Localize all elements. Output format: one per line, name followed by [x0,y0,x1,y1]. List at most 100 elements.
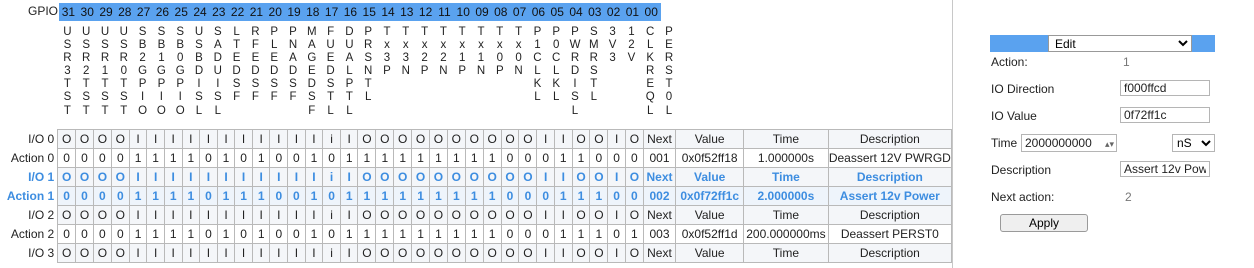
io-direction-field[interactable] [1120,80,1210,96]
io-direction-cell[interactable]: O [589,167,609,187]
io-direction-cell[interactable]: I [181,129,201,149]
io-direction-cell[interactable]: O [446,243,466,263]
bit-value-cell[interactable]: 1 [624,224,644,244]
io-direction-cell[interactable]: I [146,243,165,263]
bit-value-cell[interactable]: 0 [287,224,306,244]
io-direction-cell[interactable]: O [482,243,502,263]
io-direction-cell[interactable]: I [181,243,201,263]
io-direction-cell[interactable]: O [589,205,609,225]
io-direction-cell[interactable]: O [464,205,484,225]
bit-value-cell[interactable]: 0 [75,186,94,206]
bit-value-cell[interactable]: 1 [339,148,359,168]
io-direction-cell[interactable]: I [234,243,253,263]
io-direction-cell[interactable]: I [128,243,148,263]
bit-value-cell[interactable]: 0 [518,224,538,244]
bit-value-cell[interactable]: 1 [589,224,609,244]
io-direction-cell[interactable]: O [589,129,609,149]
bit-value-cell[interactable]: 0 [500,148,520,168]
bit-value-cell[interactable]: 1 [304,148,324,168]
bit-value-cell[interactable]: 0 [624,186,644,206]
io-direction-cell[interactable]: O [518,243,538,263]
bit-value-cell[interactable]: 0 [57,224,77,244]
io-row[interactable]: I/O 2 O O O O I I I I I I I I I I Ii I O O O O O O O O O O I I O O I O Ne… [0,205,952,225]
io-direction-cell[interactable]: O [446,129,466,149]
action-row[interactable]: Action 200001111010100101111111110001110… [0,224,952,244]
bit-value-cell[interactable]: 1 [375,224,395,244]
bit-value-cell[interactable]: 1 [251,148,271,168]
io-direction-cell[interactable]: O [357,167,377,187]
bit-value-cell[interactable]: 1 [375,148,395,168]
bit-value-cell[interactable]: 1 [181,186,201,206]
io-direction-cell[interactable]: O [411,167,431,187]
bit-value-cell[interactable]: 1 [429,186,448,206]
io-value-field[interactable] [1120,107,1210,123]
bit-value-cell[interactable]: 1 [571,148,591,168]
io-row[interactable]: I/O 1 O O O O I I I I I I I I I I Ii I O O O O O O O O O O I I O O I O Ne… [0,167,952,187]
io-direction-cell[interactable]: O [464,167,484,187]
io-direction-cell[interactable]: I [216,129,236,149]
bit-value-cell[interactable]: 1 [146,148,165,168]
io-direction-cell[interactable]: I [128,129,148,149]
io-direction-cell[interactable]: I [199,129,218,149]
io-direction-cell[interactable]: O [411,205,431,225]
bit-value-cell[interactable]: 0 [110,148,130,168]
io-direction-cell[interactable]: O [357,243,377,263]
bit-value-cell[interactable]: 0 [322,148,341,168]
io-direction-cell[interactable]: O [429,205,448,225]
bit-value-cell[interactable]: 1 [128,186,148,206]
io-direction-cell[interactable]: O [375,205,395,225]
io-direction-cell[interactable]: I [339,243,359,263]
bit-value-cell[interactable]: 0 [75,148,94,168]
io-direction-cell[interactable]: O [57,129,77,149]
io-direction-cell[interactable]: O [589,243,609,263]
io-direction-cell[interactable]: i [322,167,341,187]
io-direction-cell[interactable]: O [571,167,591,187]
io-direction-cell[interactable]: O [92,205,112,225]
io-direction-cell[interactable]: O [464,129,484,149]
io-direction-cell[interactable]: O [571,205,591,225]
bit-value-cell[interactable]: 1 [464,148,484,168]
io-direction-cell[interactable]: I [304,205,324,225]
io-direction-cell[interactable]: O [429,167,448,187]
bit-value-cell[interactable]: 1 [234,186,253,206]
apply-button[interactable]: Apply [1000,214,1088,232]
io-direction-cell[interactable]: I [269,167,289,187]
io-direction-cell[interactable]: I [553,243,573,263]
io-direction-cell[interactable]: I [536,129,555,149]
io-direction-cell[interactable]: O [92,243,112,263]
io-direction-cell[interactable]: I [163,129,183,149]
bit-value-cell[interactable]: 1 [251,186,271,206]
io-direction-cell[interactable]: i [322,205,341,225]
io-direction-cell[interactable]: I [553,129,573,149]
io-direction-cell[interactable]: I [251,243,271,263]
io-direction-cell[interactable]: I [553,205,573,225]
io-direction-cell[interactable]: O [500,205,520,225]
bit-value-cell[interactable]: 0 [536,148,555,168]
io-direction-cell[interactable]: O [482,129,502,149]
io-direction-cell[interactable]: I [251,167,271,187]
bit-value-cell[interactable]: 1 [446,224,466,244]
bit-value-cell[interactable]: 1 [429,224,448,244]
io-direction-cell[interactable]: I [536,167,555,187]
bit-value-cell[interactable]: 0 [607,186,626,206]
bit-value-cell[interactable]: 0 [269,148,289,168]
io-direction-cell[interactable]: I [128,205,148,225]
io-direction-cell[interactable]: I [287,129,306,149]
io-direction-cell[interactable]: O [110,243,130,263]
bit-value-cell[interactable]: 1 [393,224,413,244]
bit-value-cell[interactable]: 0 [92,148,112,168]
io-row[interactable]: I/O 0 O O O O I I I I I I I I I I Ii I O O O O O O O O O O I I O O I O Ne… [0,129,952,149]
bit-value-cell[interactable]: 0 [269,224,289,244]
io-direction-cell[interactable]: O [393,243,413,263]
io-direction-cell[interactable]: I [216,167,236,187]
io-direction-cell[interactable]: O [518,167,538,187]
bit-value-cell[interactable]: 1 [553,186,573,206]
io-direction-cell[interactable]: I [269,205,289,225]
io-direction-cell[interactable]: O [375,167,395,187]
io-direction-cell[interactable]: O [57,205,77,225]
io-direction-cell[interactable]: O [92,167,112,187]
io-direction-cell[interactable]: O [92,129,112,149]
bit-value-cell[interactable]: 0 [234,148,253,168]
io-direction-cell[interactable]: O [75,129,94,149]
bit-value-cell[interactable]: 0 [110,186,130,206]
